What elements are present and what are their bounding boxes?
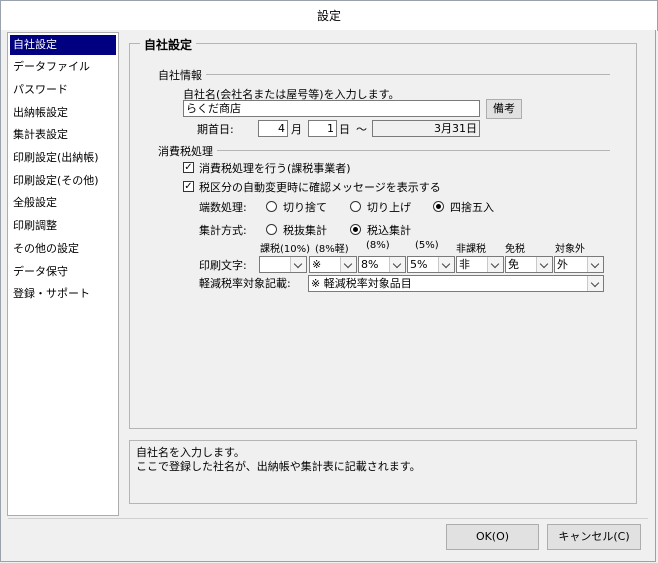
print-col-header-5: (5%) [415,240,439,251]
rounding-ceil-label: 切り上げ [367,201,411,214]
sidebar-item-registration[interactable]: 登録・サポート [10,284,116,304]
chevron-down-icon[interactable] [536,257,552,272]
method-inclusive-label: 税込集計 [367,224,411,237]
method-exclusive-label: 税抜集計 [283,224,327,237]
print-char-8-select[interactable]: 8% [358,256,406,273]
chevron-down-icon[interactable] [340,257,356,272]
confirm-message-checkbox[interactable]: ✓ [183,181,194,192]
print-char-exempt-value: 免 [508,258,519,271]
sidebar-item-print-other[interactable]: 印刷設定(その他) [10,171,116,191]
panel-title: 自社設定 [140,36,197,53]
rounding-round-label: 四捨五入 [450,201,494,214]
ok-button[interactable]: OK(O) [446,524,539,550]
print-char-8-value: 8% [361,258,379,271]
day-unit: 日 [339,123,350,136]
print-col-header-nontax: 非課税 [456,244,486,255]
method-inclusive-radio[interactable] [350,224,361,235]
print-char-8r-select[interactable]: ※ [309,256,357,273]
rounding-round-radio[interactable] [433,201,444,212]
reduced-rate-label: 軽減税率対象記載: [199,277,291,290]
sidebar-item-summary[interactable]: 集計表設定 [10,125,116,145]
print-chars-label: 印刷文字: [199,259,247,272]
window-title: 設定 [0,0,658,31]
fiscal-end-display: 3月31日 [372,120,480,137]
tax-group-label: 消費税処理 [158,143,217,159]
tax-processing-label: 消費税処理を行う(課税事業者) [199,162,351,175]
print-char-nontax-value: 非 [459,258,470,271]
description-line-1: 自社名を入力します。 [136,446,245,459]
print-col-header-10: 課税(10%) [260,244,311,255]
company-name-input[interactable]: らくだ商店 [183,100,480,117]
chevron-down-icon[interactable] [438,257,454,272]
chevron-down-icon[interactable] [389,257,405,272]
sidebar-item-other[interactable]: その他の設定 [10,239,116,259]
print-col-header-exempt: 免税 [505,244,525,255]
reduced-rate-select[interactable]: ※ 軽減税率対象品目 [308,275,604,292]
print-col-header-8r: (8%軽) [315,244,349,255]
chevron-down-icon[interactable] [587,257,603,272]
footer-divider [8,518,648,519]
print-char-outside-value: 外 [557,258,568,271]
print-col-header-outside: 対象外 [555,244,585,255]
print-char-nontax-select[interactable]: 非 [456,256,504,273]
fiscal-day-input[interactable]: 1 [308,120,337,137]
sidebar-item-data-file[interactable]: データファイル [10,57,116,77]
sidebar: 自社設定 データファイル パスワード 出納帳設定 集計表設定 印刷設定(出納帳)… [7,32,119,516]
method-exclusive-radio[interactable] [266,224,277,235]
sidebar-item-company[interactable]: 自社設定 [10,35,116,55]
sidebar-item-general[interactable]: 全般設定 [10,193,116,213]
company-group-label: 自社情報 [158,67,206,83]
chevron-down-icon[interactable] [587,276,603,291]
company-group-divider [158,74,610,75]
description-line-2: ここで登録した社名が、出納帳や集計表に記載されます。 [136,460,421,473]
sidebar-item-password[interactable]: パスワード [10,80,116,100]
sidebar-item-cashbook[interactable]: 出納帳設定 [10,103,116,123]
print-char-10-select[interactable] [259,256,307,273]
print-col-header-8: (8%) [366,240,390,251]
tax-group-divider [158,150,610,151]
confirm-message-label: 税区分の自動変更時に確認メッセージを表示する [199,181,441,194]
tax-processing-checkbox[interactable]: ✓ [183,162,194,173]
range-tilde: ～ [356,123,367,136]
rounding-ceil-radio[interactable] [350,201,361,212]
reduced-rate-value: ※ 軽減税率対象品目 [311,277,412,290]
rounding-truncate-radio[interactable] [266,201,277,212]
chevron-down-icon[interactable] [487,257,503,272]
month-unit: 月 [291,123,302,136]
method-label: 集計方式: [199,224,247,237]
sidebar-item-print-cashbook[interactable]: 印刷設定(出納帳) [10,148,116,168]
sidebar-item-print-adjust[interactable]: 印刷調整 [10,216,116,236]
fiscal-start-label: 期首日: [197,123,234,136]
print-char-8r-value: ※ [312,258,322,271]
chevron-down-icon[interactable] [290,257,306,272]
description-box: 自社名を入力します。 ここで登録した社名が、出納帳や集計表に記載されます。 [129,440,637,504]
print-char-5-select[interactable]: 5% [407,256,455,273]
print-char-outside-select[interactable]: 外 [554,256,604,273]
cancel-button[interactable]: キャンセル(C) [547,524,641,550]
fiscal-month-input[interactable]: 4 [258,120,288,137]
rounding-label: 端数処理: [199,201,247,214]
rounding-truncate-label: 切り捨て [283,201,327,214]
memo-button[interactable]: 備考 [486,99,522,119]
print-char-exempt-select[interactable]: 免 [505,256,553,273]
sidebar-item-maintenance[interactable]: データ保守 [10,262,116,282]
print-char-5-value: 5% [410,258,428,271]
